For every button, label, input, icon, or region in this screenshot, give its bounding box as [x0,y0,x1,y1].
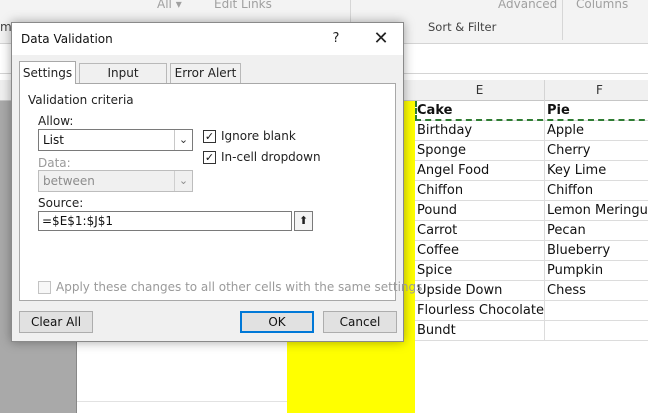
tab-error-alert[interactable]: Error Alert [170,63,241,83]
cell-f2[interactable]: Apple [545,121,648,141]
apply-all-checkbox [38,281,51,294]
table-row: Birthday Apple [415,121,648,141]
table-row: Pound Lemon Meringue [415,201,648,221]
cell-f3[interactable]: Cherry [545,141,648,161]
cell-e6[interactable]: Pound [415,201,545,221]
close-icon: ✕ [373,28,389,49]
in-cell-dropdown-label[interactable]: In-cell dropdown [221,150,321,164]
dialog-titlebar[interactable]: Data Validation ? ✕ [12,23,403,55]
cell-range[interactable]: Cake Pie Birthday Apple Sponge Cherry An… [415,101,648,341]
table-row: Spice Pumpkin [415,261,648,281]
table-row: Upside Down Chess [415,281,648,301]
cell-e11[interactable]: Flourless Chocolate [415,301,545,321]
cell-f10[interactable]: Chess [545,281,648,301]
cell-e2[interactable]: Birthday [415,121,545,141]
in-cell-dropdown-checkbox[interactable]: ✓ [203,151,216,164]
allow-select-value: List [43,133,64,147]
column-header-e[interactable]: E [415,80,545,101]
ribbon-all-dropdown[interactable]: All ▾ [157,0,182,11]
cell-e10[interactable]: Upside Down [415,281,545,301]
table-row: Coffee Blueberry [415,241,648,261]
cell-e4[interactable]: Angel Food [415,161,545,181]
copy-selection-border [415,101,648,121]
data-select-value: between [43,174,95,188]
table-row: Angel Food Key Lime [415,161,648,181]
sort-filter-group-label: Sort & Filter [428,20,497,34]
apply-all-label: Apply these changes to all other cells w… [56,280,423,294]
help-button[interactable]: ? [324,28,348,50]
ignore-blank-checkbox[interactable]: ✓ [203,130,216,143]
table-row: Flourless Chocolate [415,301,648,321]
dialog-title: Data Validation [21,32,113,46]
settings-panel: Validation criteria Allow: List ⌄ Data: … [19,83,422,301]
ribbon-advanced[interactable]: Advanced [498,0,557,11]
allow-label: Allow: [38,114,74,128]
cell-f6[interactable]: Lemon Meringue [545,201,648,221]
chevron-down-icon[interactable]: ⌄ [174,130,192,150]
ribbon-group-label-fragment: m [0,20,12,34]
clear-all-button[interactable]: Clear All [19,311,93,333]
cell-e8[interactable]: Coffee [415,241,545,261]
cell-f11[interactable] [545,301,648,321]
cell-e7[interactable]: Carrot [415,221,545,241]
cancel-button[interactable]: Cancel [323,311,397,333]
column-header-f[interactable]: F [545,80,648,101]
ignore-blank-label[interactable]: Ignore blank [221,129,296,143]
collapse-dialog-button[interactable]: ⬆ [294,211,313,231]
cell-e3[interactable]: Sponge [415,141,545,161]
cell-f8[interactable]: Blueberry [545,241,648,261]
data-select: between ⌄ [38,170,193,192]
tab-settings[interactable]: Settings [19,61,76,84]
table-row: Sponge Cherry [415,141,648,161]
source-label: Source: [38,196,84,210]
data-label: Data: [38,156,71,170]
tab-input-message[interactable]: Input Message [79,63,167,98]
chevron-down-icon: ⌄ [174,171,192,191]
grid-line [77,401,287,402]
cell-f9[interactable]: Pumpkin [545,261,648,281]
cell-f5[interactable]: Chiffon [545,181,648,201]
ribbon-separator [562,0,563,40]
table-row: Carrot Pecan [415,221,648,241]
cell-e5[interactable]: Chiffon [415,181,545,201]
cell-e12[interactable]: Bundt [415,321,545,341]
cell-e9[interactable]: Spice [415,261,545,281]
cell-f4[interactable]: Key Lime [545,161,648,181]
close-button[interactable]: ✕ [368,27,394,51]
validation-criteria-heading: Validation criteria [28,93,134,107]
table-row: Bundt [415,321,648,341]
table-row: Chiffon Chiffon [415,181,648,201]
data-validation-dialog: Data Validation ? ✕ Settings Input Messa… [11,22,422,342]
cell-f7[interactable]: Pecan [545,221,648,241]
allow-select[interactable]: List ⌄ [38,129,193,151]
cell-f12[interactable] [545,321,648,341]
ribbon-columns[interactable]: Columns [576,0,628,11]
source-input[interactable]: =$E$1:$J$1 [38,211,292,231]
ribbon-edit-links[interactable]: Edit Links [214,0,272,11]
ok-button[interactable]: OK [240,311,314,333]
up-arrow-icon: ⬆ [298,214,309,227]
